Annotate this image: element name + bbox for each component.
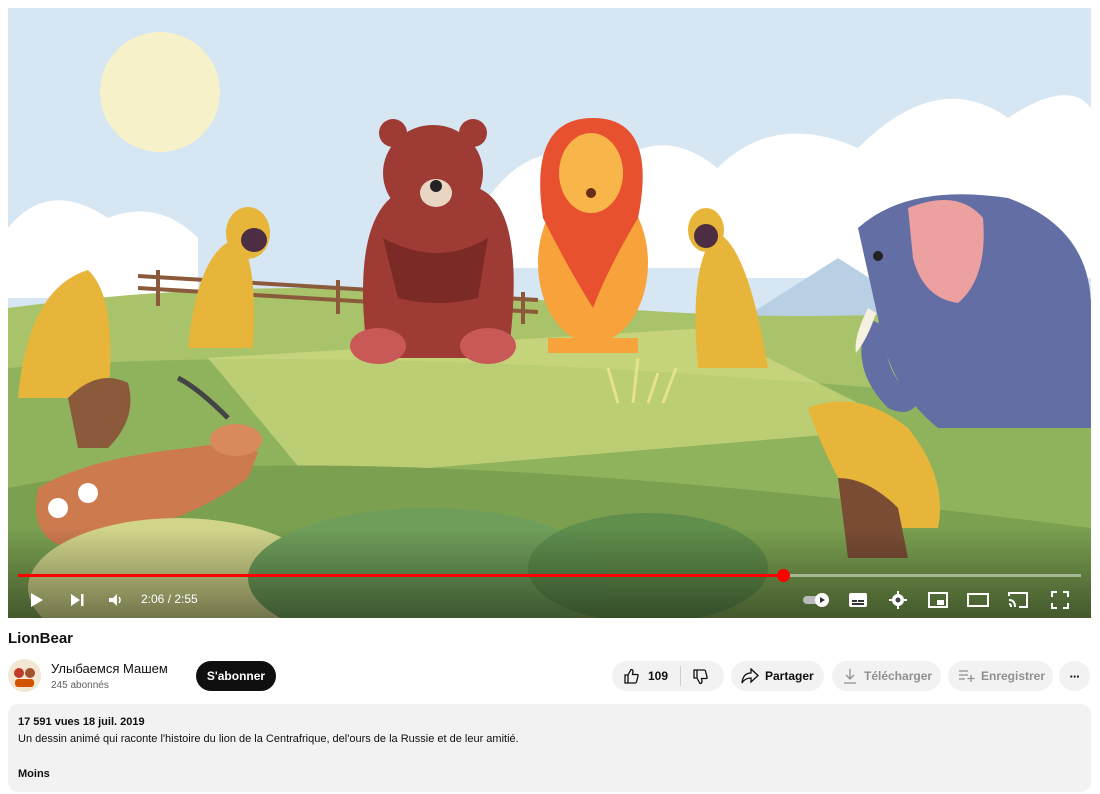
like-button[interactable]: 109 [612, 661, 680, 691]
save-button[interactable]: Enregistrer [948, 661, 1053, 691]
download-icon [844, 669, 856, 684]
save-label: Enregistrer [981, 669, 1046, 683]
fullscreen-button[interactable] [1048, 588, 1072, 612]
video-frame [8, 8, 1091, 618]
fullscreen-icon [1051, 591, 1069, 609]
subscribe-button[interactable]: S'abonner [196, 661, 276, 691]
subtitles-button[interactable] [846, 588, 870, 612]
avatar-image [8, 659, 41, 692]
cast-button[interactable] [1006, 588, 1030, 612]
more-actions-button[interactable]: ··· [1059, 661, 1090, 691]
lion-illustration [538, 118, 648, 353]
progress-bar[interactable] [18, 569, 1081, 582]
theater-button[interactable] [966, 588, 990, 612]
description-text: Un dessin animé qui raconte l'histoire d… [18, 733, 519, 745]
autoplay-toggle[interactable] [802, 588, 832, 612]
share-arrow-icon [741, 668, 759, 684]
gear-icon [889, 591, 907, 609]
share-button[interactable]: Partager [731, 661, 824, 691]
subtitles-icon [849, 593, 867, 607]
video-player[interactable]: 2:06 / 2:55 [8, 8, 1091, 618]
next-icon [71, 594, 84, 606]
sun-illustration [100, 32, 220, 152]
channel-avatar[interactable] [8, 659, 41, 692]
channel-name[interactable]: Улыбаемся Машем [51, 661, 168, 676]
add-to-playlist-icon [959, 670, 975, 682]
thumbs-up-icon [624, 668, 639, 684]
time-display: 2:06 / 2:55 [141, 592, 198, 606]
volume-icon [109, 594, 121, 606]
player-controls: 2:06 / 2:55 [8, 582, 1091, 618]
video-title: LionBear [8, 630, 74, 647]
miniplayer-icon [928, 592, 948, 608]
progress-played [18, 574, 784, 577]
download-button[interactable]: Télécharger [832, 661, 941, 691]
cast-icon [1008, 592, 1028, 608]
dislike-button[interactable] [681, 661, 709, 691]
like-count: 109 [648, 669, 669, 683]
miniplayer-button[interactable] [926, 588, 950, 612]
view-count-date: 17 591 vues 18 juil. 2019 [18, 716, 145, 728]
subscriber-count: 245 abonnés [51, 680, 109, 691]
description-box[interactable]: 17 591 vues 18 juil. 2019 Un dessin anim… [8, 704, 1091, 792]
autoplay-toggle-icon [803, 593, 829, 607]
show-less-button[interactable]: Moins [18, 768, 50, 780]
theater-icon [967, 593, 989, 607]
more-icon: ··· [1069, 668, 1081, 684]
settings-button[interactable] [886, 588, 910, 612]
thumbs-down-icon [693, 668, 708, 684]
download-label: Télécharger [864, 669, 933, 683]
volume-button[interactable] [104, 588, 128, 612]
like-dislike-group: 109 [612, 661, 724, 691]
play-icon [31, 593, 43, 607]
play-button[interactable] [24, 588, 48, 612]
elephant-illustration [855, 194, 1091, 428]
share-label: Partager [765, 669, 814, 683]
next-button[interactable] [65, 588, 89, 612]
